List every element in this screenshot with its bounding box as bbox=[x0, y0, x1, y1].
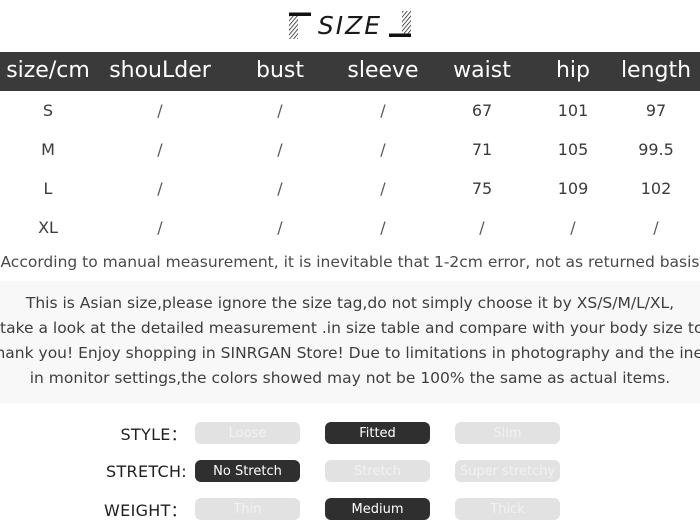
manual-measurement-note: According to manual measurement, it is i… bbox=[0, 247, 700, 281]
attribute-label-style: STYLE： bbox=[120, 425, 187, 444]
cell-bust: / bbox=[277, 179, 283, 198]
cell-shoulder: / bbox=[157, 101, 163, 120]
info-line-2: take a look at the detailed measurement … bbox=[0, 319, 700, 337]
cell-bust: / bbox=[277, 140, 283, 159]
table-row: L / / / 75 109 102 bbox=[0, 169, 700, 208]
cell-hip: 101 bbox=[557, 101, 589, 120]
column-header-bust: bust bbox=[256, 58, 304, 83]
page-title: SIZE bbox=[317, 10, 383, 40]
table-row: XL / / / / / / bbox=[0, 208, 700, 247]
attribute-label-weight: WEIGHT： bbox=[104, 501, 187, 520]
title-wrap: SIZE bbox=[286, 10, 414, 40]
cell-waist: 75 bbox=[471, 179, 493, 198]
cell-bust: / bbox=[277, 101, 283, 120]
weight-option-thick[interactable]: Thick bbox=[455, 498, 560, 520]
cell-sleeve: / bbox=[380, 101, 386, 120]
cell-length: 97 bbox=[645, 101, 667, 120]
attribute-row-stretch: STRETCH: No Stretch Stretch Super stretc… bbox=[0, 452, 700, 490]
cell-waist: 71 bbox=[471, 140, 493, 159]
cell-shoulder: / bbox=[157, 179, 163, 198]
column-header-sleeve: sleeve bbox=[347, 58, 419, 83]
table-row: S / / / 67 101 97 bbox=[0, 91, 700, 130]
weight-option-medium[interactable]: Medium bbox=[325, 498, 430, 520]
cell-shoulder: / bbox=[157, 140, 163, 159]
stretch-option-no-stretch[interactable]: No Stretch bbox=[195, 460, 300, 482]
info-line-1: This is Asian size,please ignore the siz… bbox=[25, 294, 675, 312]
cell-hip: 105 bbox=[557, 140, 589, 159]
table-header-row: size/cm shouLder bust sleeve waist hip l… bbox=[0, 52, 700, 91]
cell-hip: / bbox=[570, 218, 576, 237]
attribute-selectors: STYLE： Loose Fitted Slim STRETCH: No Str… bbox=[0, 403, 700, 528]
cell-bust: / bbox=[277, 218, 283, 237]
hatched-corner-bracket-right-icon bbox=[388, 10, 414, 40]
cell-waist: / bbox=[479, 218, 485, 237]
column-header-length: length bbox=[620, 58, 692, 83]
column-header-waist: waist bbox=[453, 58, 511, 83]
title-area: SIZE bbox=[0, 0, 700, 52]
cell-size: L bbox=[43, 179, 53, 198]
cell-shoulder: / bbox=[157, 218, 163, 237]
column-header-hip: hip bbox=[555, 58, 591, 83]
table-header: size/cm shouLder bust sleeve waist hip l… bbox=[0, 52, 700, 91]
stretch-option-super-stretchy[interactable]: Super stretchy bbox=[455, 460, 560, 482]
attribute-label-stretch: STRETCH: bbox=[106, 461, 187, 481]
weight-option-thin[interactable]: Thin bbox=[195, 498, 300, 520]
cell-sleeve: / bbox=[380, 140, 386, 159]
cell-hip: 109 bbox=[557, 179, 589, 198]
column-header-size: size/cm bbox=[6, 58, 90, 83]
cell-length: / bbox=[653, 218, 659, 237]
table-body: S / / / 67 101 97 M / / / 71 105 99.5 L … bbox=[0, 91, 700, 247]
cell-size: XL bbox=[38, 218, 58, 237]
column-header-shoulder: shouLder bbox=[109, 58, 211, 83]
cell-length: 99.5 bbox=[638, 140, 674, 159]
info-line-4: in monitor settings,the colors showed ma… bbox=[29, 369, 671, 387]
attribute-row-weight: WEIGHT： Thin Medium Thick bbox=[0, 490, 700, 528]
cell-waist: 67 bbox=[471, 101, 493, 120]
style-option-fitted[interactable]: Fitted bbox=[325, 422, 430, 444]
hatched-corner-bracket-left-icon bbox=[286, 10, 312, 40]
attribute-row-style: STYLE： Loose Fitted Slim bbox=[0, 414, 700, 452]
table-row: M / / / 71 105 99.5 bbox=[0, 130, 700, 169]
info-block: This is Asian size,please ignore the siz… bbox=[0, 281, 700, 403]
style-option-loose[interactable]: Loose bbox=[195, 422, 300, 444]
info-line-3: Thank you! Enjoy shopping in SINRGAN Sto… bbox=[0, 344, 700, 362]
stretch-option-stretch[interactable]: Stretch bbox=[325, 460, 430, 482]
size-chart-table: size/cm shouLder bust sleeve waist hip l… bbox=[0, 52, 700, 247]
cell-sleeve: / bbox=[380, 179, 386, 198]
cell-length: 102 bbox=[640, 179, 672, 198]
cell-size: S bbox=[42, 101, 54, 120]
style-option-slim[interactable]: Slim bbox=[455, 422, 560, 444]
cell-sleeve: / bbox=[380, 218, 386, 237]
cell-size: M bbox=[41, 140, 55, 159]
